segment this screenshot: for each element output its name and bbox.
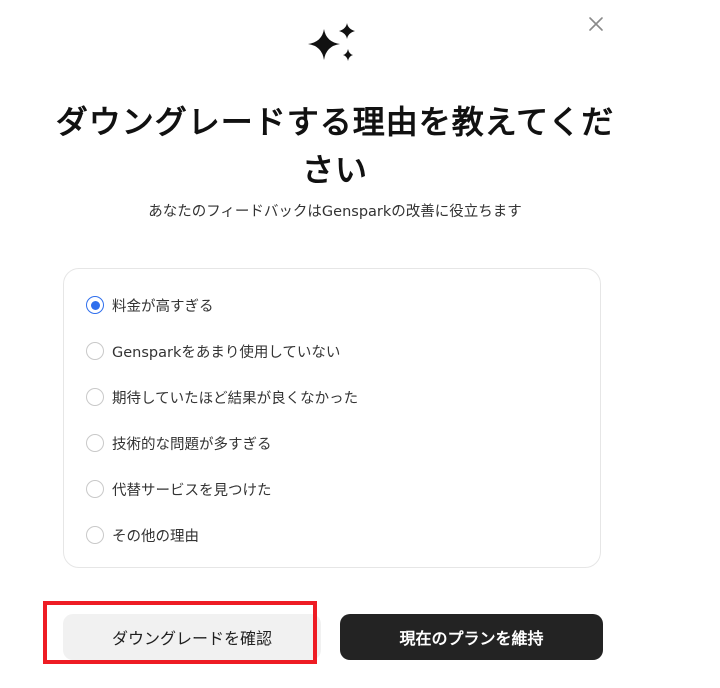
reason-label: Gensparkをあまり使用していない: [112, 344, 341, 361]
sparkle-icon: [308, 23, 355, 61]
title-line-1: ダウングレードする理由を教えてくだ: [55, 103, 615, 141]
reason-label: その他の理由: [112, 528, 199, 545]
dialog-subtitle: あなたのフィードバックはGensparkの改善に役立ちます: [148, 204, 522, 220]
reason-label: 技術的な問題が多すぎる: [112, 436, 272, 453]
reason-label: 代替サービスを見つけた: [112, 482, 272, 499]
reason-label: 料金が高すぎる: [112, 298, 214, 315]
keep-plan-button[interactable]: 現在のプランを維持: [340, 614, 603, 660]
close-icon: [589, 17, 603, 31]
radio-button[interactable]: [86, 342, 104, 360]
reason-option-results[interactable]: 期待していたほど結果が良くなかった: [86, 384, 358, 410]
radio-button[interactable]: [86, 434, 104, 452]
confirm-downgrade-button[interactable]: ダウングレードを確認: [63, 614, 321, 660]
reason-option-other[interactable]: その他の理由: [86, 522, 199, 548]
reason-option-alternative[interactable]: 代替サービスを見つけた: [86, 476, 272, 502]
radio-button[interactable]: [86, 388, 104, 406]
close-button[interactable]: [584, 12, 608, 36]
reason-label: 期待していたほど結果が良くなかった: [112, 390, 359, 407]
radio-button-selected[interactable]: [86, 296, 104, 314]
reason-option-price[interactable]: 料金が高すぎる: [86, 292, 214, 318]
dialog-title: ダウングレードする理由を教えてくだ さい: [40, 98, 630, 194]
reason-options-card: 料金が高すぎる Gensparkをあまり使用していない 期待していたほど結果が良…: [63, 268, 601, 568]
radio-button[interactable]: [86, 480, 104, 498]
reason-option-not-used[interactable]: Gensparkをあまり使用していない: [86, 338, 340, 364]
reason-option-technical[interactable]: 技術的な問題が多すぎる: [86, 430, 272, 456]
title-line-2: さい: [301, 151, 368, 189]
radio-button[interactable]: [86, 526, 104, 544]
